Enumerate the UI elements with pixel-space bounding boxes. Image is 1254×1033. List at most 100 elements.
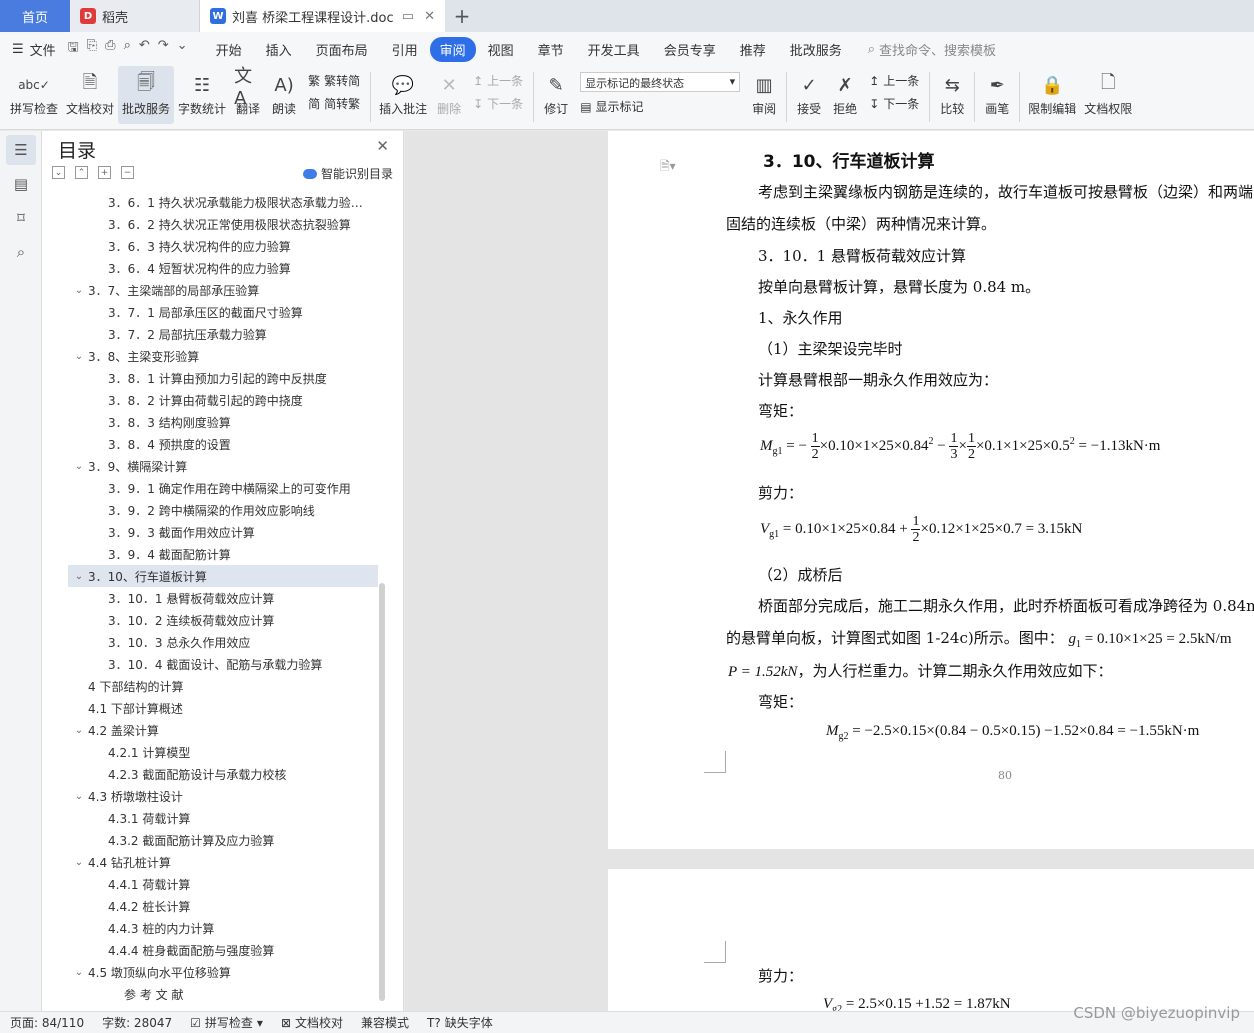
toc-item[interactable]: ⌄ 4.4 钻孔桩计算 (68, 851, 378, 873)
show-markup-button[interactable]: ▤ 显示标记 (580, 98, 740, 115)
save-icon[interactable]: 🖫 (68, 38, 79, 60)
collapse-all-icon[interactable]: ⌄ (52, 166, 65, 179)
restrict-edit-button[interactable]: 🔒 限制编辑 (1024, 66, 1080, 124)
doc-proof-button[interactable]: 🗎 文档校对 (62, 66, 118, 124)
menu-member[interactable]: 会员专享 (652, 37, 728, 62)
bookmark-icon[interactable]: ⌑ (6, 203, 36, 233)
toc-item[interactable]: 3．9．4 截面配筋计算 (68, 543, 378, 565)
toc-item[interactable]: ⌄ 3．7、主梁端部的局部承压验算 (68, 279, 378, 301)
tab-daoke[interactable]: D 稻壳 (70, 0, 200, 32)
toc-item[interactable]: 3．6．1 持久状况承载能力极限状态承载力验… (68, 191, 378, 213)
chevron-down-icon[interactable]: ⌄ (177, 38, 188, 60)
doc-permission-button[interactable]: 🗋 文档权限 (1080, 66, 1136, 124)
toc-item[interactable]: 4.3.1 荷载计算 (68, 807, 378, 829)
menu-page-layout[interactable]: 页面布局 (304, 37, 380, 62)
toc-item[interactable]: 3．6．3 持久状况构件的应力验算 (68, 235, 378, 257)
pen-button[interactable]: ✒ 画笔 (979, 66, 1015, 124)
window-mode-icon[interactable]: ▭ (402, 9, 414, 24)
command-search[interactable]: ⌕ 查找命令、搜索模板 (868, 40, 996, 59)
compare-button[interactable]: ⇆ 比较 (934, 66, 970, 124)
chevron-down-icon[interactable]: ⌄ (72, 461, 86, 472)
insert-comment-button[interactable]: 💬 插入批注 (375, 66, 431, 124)
chevron-down-icon[interactable]: ⌄ (72, 571, 86, 582)
revise-button[interactable]: ✎ 修订 (538, 66, 574, 124)
prev-revision-button[interactable]: ↥ 上一条 (869, 72, 919, 89)
toc-item[interactable]: 3．8．4 预拱度的设置 (68, 433, 378, 455)
toc-item[interactable]: ⌄ 3．10、行车道板计算 (68, 565, 378, 587)
toc-item[interactable]: 4.4.4 桩身截面配筋与强度验算 (68, 939, 378, 961)
undo-icon[interactable]: ↶ (139, 38, 150, 60)
expand-icon[interactable]: ⌃ (75, 166, 88, 179)
print-preview-icon[interactable]: ⌕ (124, 38, 131, 60)
toc-item[interactable]: 3．6．4 短暂状况构件的应力验算 (68, 257, 378, 279)
compat-mode-indicator[interactable]: 兼容模式 (361, 1014, 409, 1031)
accept-button[interactable]: ✓ 接受 (791, 66, 827, 124)
print-icon[interactable]: ⎙ (105, 38, 115, 60)
menu-recommend[interactable]: 推荐 (728, 37, 778, 62)
toc-item[interactable]: 4.4.3 桩的内力计算 (68, 917, 378, 939)
menu-dev-tools[interactable]: 开发工具 (576, 37, 652, 62)
toc-item[interactable]: 3．8．1 计算由预加力引起的跨中反拱度 (68, 367, 378, 389)
spell-check-toggle[interactable]: ☑ 拼写检查 ▾ (190, 1014, 263, 1031)
menu-start[interactable]: 开始 (204, 37, 254, 62)
spell-check-button[interactable]: abc✓ 拼写检查 (0, 66, 62, 124)
translate-button[interactable]: 文A 翻译 (230, 66, 266, 124)
remove-level-icon[interactable]: − (121, 166, 134, 179)
toc-item[interactable]: 3．9．3 截面作用效应计算 (68, 521, 378, 543)
close-tab-icon[interactable]: ✕ (424, 9, 435, 24)
toc-item[interactable]: 3．9．1 确定作用在跨中横隔梁上的可变作用 (68, 477, 378, 499)
smart-toc-button[interactable]: 智能识别目录 (302, 165, 393, 182)
word-count-button[interactable]: ☷ 字数统计 (174, 66, 230, 124)
next-revision-button[interactable]: ↧ 下一条 (869, 95, 919, 112)
new-tab-button[interactable]: + (445, 0, 479, 32)
toc-item[interactable]: 4.2.1 计算模型 (68, 741, 378, 763)
toc-item[interactable]: 3．7．1 局部承压区的截面尺寸验算 (68, 301, 378, 323)
delete-comment-button[interactable]: ✕ 删除 (431, 66, 467, 124)
tab-document[interactable]: W 刘喜 桥梁工程课程设计.doc ▭ ✕ (200, 0, 445, 32)
toc-panel-icon[interactable]: ☰ (6, 135, 36, 165)
read-aloud-button[interactable]: A) 朗读 (266, 66, 302, 124)
missing-font-button[interactable]: T? 缺失字体 (427, 1014, 493, 1031)
menu-insert[interactable]: 插入 (254, 37, 304, 62)
chapter-panel-icon[interactable]: ▤ (6, 169, 36, 199)
menu-chapter[interactable]: 章节 (526, 37, 576, 62)
review-service-button[interactable]: 🗐 批改服务 (118, 66, 175, 124)
toc-item[interactable]: ⌄ 3．9、横隔梁计算 (68, 455, 378, 477)
toc-item[interactable]: ⌄ 4.3 桥墩墩柱设计 (68, 785, 378, 807)
reject-button[interactable]: ✗ 拒绝 (827, 66, 863, 124)
toc-item[interactable]: 参 考 文 献 (68, 983, 378, 1005)
toc-item[interactable]: 4.1 下部计算概述 (68, 697, 378, 719)
toc-item[interactable]: 3．8．2 计算由荷载引起的跨中挠度 (68, 389, 378, 411)
menu-reference[interactable]: 引用 (380, 37, 430, 62)
toc-item[interactable]: 4.4.1 荷载计算 (68, 873, 378, 895)
toc-item[interactable]: 4.3.2 截面配筋计算及应力验算 (68, 829, 378, 851)
to-simplified-button[interactable]: 简简转繁 (308, 95, 360, 112)
chevron-down-icon[interactable]: ⌄ (72, 285, 86, 296)
add-level-icon[interactable]: + (98, 166, 111, 179)
toc-scrollbar[interactable] (379, 583, 385, 1001)
next-comment-button[interactable]: ↧ 下一条 (473, 95, 523, 112)
chevron-down-icon[interactable]: ⌄ (72, 725, 86, 736)
toc-item[interactable]: 4 下部结构的计算 (68, 675, 378, 697)
toc-item[interactable]: 3．6．2 持久状况正常使用极限状态抗裂验算 (68, 213, 378, 235)
toc-item[interactable]: ⌄ 4.2 盖梁计算 (68, 719, 378, 741)
toc-item[interactable]: 4.2.3 截面配筋设计与承载力校核 (68, 763, 378, 785)
doc-proof-toggle[interactable]: ⊠ 文档校对 (281, 1014, 343, 1031)
paragraph-handle-icon[interactable]: 🗎▾ (660, 157, 676, 178)
document-page[interactable]: 剪力： Vg2 = 2.5×0.15 +1.52 = 1.87kN (608, 869, 1254, 1011)
chevron-down-icon[interactable]: ⌄ (72, 351, 86, 362)
chevron-down-icon[interactable]: ⌄ (72, 791, 86, 802)
toc-item[interactable]: 3．7．2 局部抗压承载力验算 (68, 323, 378, 345)
menu-view[interactable]: 视图 (476, 37, 526, 62)
redo-icon[interactable]: ↷ (158, 38, 169, 60)
prev-comment-button[interactable]: ↥ 上一条 (473, 72, 523, 89)
document-page[interactable]: 🗎▾ 3．10、行车道板计算 考虑到主梁翼缘板内钢筋是连续的，故行车道板可按悬臂… (608, 131, 1254, 849)
search-icon[interactable]: ⌕ (6, 237, 36, 267)
toc-item[interactable]: 3．9．2 跨中横隔梁的作用效应影响线 (68, 499, 378, 521)
toc-item[interactable]: ⌄ 4.5 墩顶纵向水平位移验算 (68, 961, 378, 983)
review-pane-button[interactable]: ▥ 审阅 (746, 66, 782, 124)
toc-item[interactable]: 3．8．3 结构刚度验算 (68, 411, 378, 433)
close-icon[interactable]: ✕ (376, 137, 389, 155)
markup-select[interactable]: 显示标记的最终状态 ▾ (580, 72, 741, 92)
tab-home[interactable]: 首页 (0, 0, 70, 32)
